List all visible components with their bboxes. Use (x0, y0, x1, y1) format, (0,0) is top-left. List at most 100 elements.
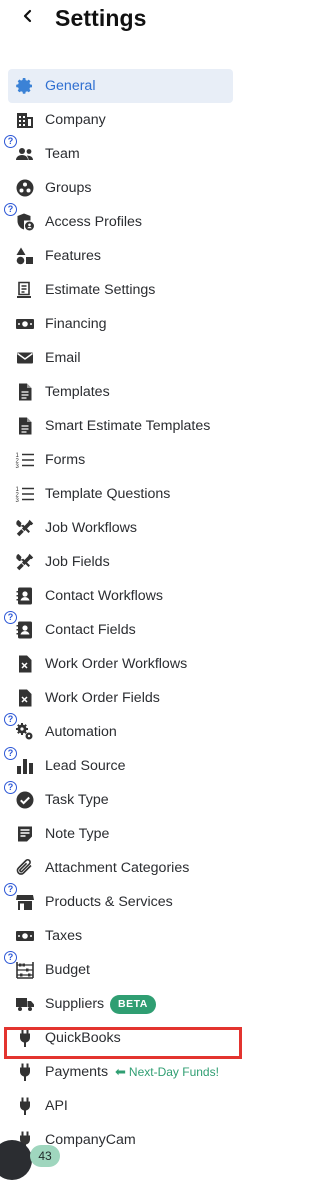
menu-item-label: Payments (45, 1064, 109, 1080)
menu-item-templates[interactable]: Templates (0, 375, 267, 409)
document-list-icon (14, 280, 36, 300)
menu-item-suppliers[interactable]: Suppliers BETA (0, 987, 267, 1021)
menu-item-estimate-settings[interactable]: Estimate Settings (0, 273, 267, 307)
svg-text:3: 3 (16, 464, 20, 470)
menu-item-label: Taxes (45, 928, 83, 944)
menu-item-label: Financing (45, 316, 107, 332)
settings-header: Settings (0, 0, 267, 40)
work-order-icon (14, 654, 36, 674)
menu-item-attachment-categories[interactable]: Attachment Categories (0, 851, 267, 885)
chat-avatar-button[interactable] (0, 1140, 32, 1180)
menu-item-label: Contact Fields (45, 622, 136, 638)
menu-item-products-and-services[interactable]: ? Products & Services (0, 883, 267, 919)
tools-icon (14, 552, 36, 572)
menu-item-quickbooks[interactable]: QuickBooks (0, 1021, 267, 1055)
promo-callout: ⬅ Next-Day Funds! (115, 1055, 219, 1089)
menu-item-label: Automation (45, 724, 117, 740)
menu-item-payments[interactable]: Payments ⬅ Next-Day Funds! (0, 1055, 267, 1089)
menu-item-label: Smart Estimate Templates (45, 418, 211, 434)
active-item-background (8, 69, 233, 103)
note-icon (14, 824, 36, 844)
menu-item-job-fields[interactable]: Job Fields (0, 545, 267, 579)
people-icon (14, 144, 36, 164)
menu-item-label: Job Fields (45, 554, 110, 570)
menu-item-label: Budget (45, 962, 90, 978)
plug-icon (14, 1096, 36, 1116)
menu-item-label: Access Profiles (45, 214, 142, 230)
chevron-left-icon (21, 9, 35, 28)
shield-user-icon (14, 212, 36, 232)
menu-item-work-order-fields[interactable]: Work Order Fields (0, 681, 267, 715)
menu-item-job-workflows[interactable]: Job Workflows (0, 511, 267, 545)
tools-icon (14, 518, 36, 538)
menu-item-work-order-workflows[interactable]: Work Order Workflows (0, 647, 267, 681)
menu-item-team[interactable]: ? Team (0, 135, 267, 171)
money-icon (14, 926, 36, 946)
menu-item-contact-fields[interactable]: ? Contact Fields (0, 611, 267, 647)
menu-item-label: Features (45, 248, 101, 264)
menu-item-task-type[interactable]: ? Task Type (0, 781, 267, 817)
menu-item-taxes[interactable]: Taxes (0, 919, 267, 953)
help-icon[interactable]: ? (4, 951, 17, 964)
menu-item-label: Task Type (45, 792, 109, 808)
help-icon[interactable]: ? (4, 135, 17, 148)
help-icon[interactable]: ? (4, 203, 17, 216)
help-icon[interactable]: ? (4, 747, 17, 760)
menu-item-general[interactable]: General (0, 69, 267, 103)
menu-item-financing[interactable]: Financing (0, 307, 267, 341)
numbered-list-icon: 123 (14, 484, 36, 504)
help-icon[interactable]: ? (4, 781, 17, 794)
menu-item-label: Products & Services (45, 894, 173, 910)
back-button[interactable] (16, 6, 40, 30)
file-icon (14, 382, 36, 402)
contact-book-icon (14, 620, 36, 640)
menu-item-label: Company (45, 112, 106, 128)
menu-item-lead-source[interactable]: ? Lead Source (0, 747, 267, 783)
promo-text: Next-Day Funds! (128, 1065, 219, 1079)
menu-item-budget[interactable]: ? Budget (0, 951, 267, 987)
gears-icon (14, 722, 36, 742)
numbered-list-icon: 123 (14, 450, 36, 470)
page-title: Settings (55, 5, 147, 31)
menu-item-company[interactable]: Company (0, 103, 267, 137)
file-icon (14, 416, 36, 436)
building-icon (14, 110, 36, 130)
plug-icon (14, 1028, 36, 1048)
shapes-icon (14, 246, 36, 266)
menu-item-api[interactable]: API (0, 1089, 267, 1123)
envelope-icon (14, 348, 36, 368)
menu-item-label: Note Type (45, 826, 110, 842)
menu-item-template-questions[interactable]: 1 2 3 Template Questions (0, 477, 267, 511)
help-icon[interactable]: ? (4, 611, 17, 624)
menu-item-email[interactable]: Email (0, 341, 267, 375)
menu-item-label: Template Questions (45, 486, 171, 502)
menu-item-label: Email (45, 350, 81, 366)
menu-item-forms[interactable]: 1 2 3 Forms (0, 443, 267, 477)
svg-text:3: 3 (16, 498, 20, 504)
work-order-icon (14, 688, 36, 708)
abacus-icon (14, 960, 36, 980)
menu-item-label: Contact Workflows (45, 588, 164, 604)
menu-item-groups[interactable]: Groups (0, 171, 267, 205)
menu-item-automation[interactable]: ? Automation (0, 713, 267, 749)
plug-icon (14, 1062, 36, 1082)
menu-item-label: Lead Source (45, 758, 126, 774)
check-circle-icon (14, 790, 36, 810)
gear-icon (14, 76, 36, 96)
menu-item-features[interactable]: Features (0, 239, 267, 273)
help-icon[interactable]: ? (4, 883, 17, 896)
menu-item-access-profiles[interactable]: ? Access Profiles (0, 203, 267, 239)
store-icon (14, 892, 36, 912)
menu-item-label: Job Workflows (45, 520, 137, 536)
truck-icon (14, 994, 36, 1014)
menu-item-label: Estimate Settings (45, 282, 156, 298)
menu-item-label: Forms (45, 452, 86, 468)
menu-item-contact-workflows[interactable]: Contact Workflows (0, 579, 267, 613)
menu-item-label: Groups (45, 180, 92, 196)
menu-item-smart-estimate-templates[interactable]: Smart Estimate Templates (0, 409, 267, 443)
menu-item-label: Suppliers (45, 996, 105, 1012)
help-icon[interactable]: ? (4, 713, 17, 726)
menu-item-label: Work Order Workflows (45, 656, 188, 672)
groups-icon (14, 178, 36, 198)
menu-item-note-type[interactable]: Note Type (0, 817, 267, 851)
